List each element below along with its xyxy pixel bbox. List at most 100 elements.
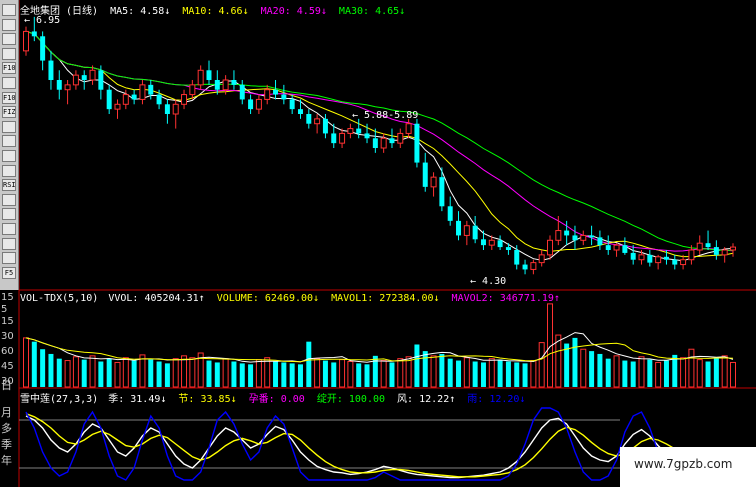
volume-bar-down <box>40 349 46 387</box>
candle-body-up <box>430 176 437 188</box>
high-value: 6.95 <box>36 15 61 26</box>
volume-bar-down <box>514 362 520 387</box>
candle-body-up <box>655 256 662 264</box>
volume-axis-label: 45 <box>1 361 14 372</box>
f10-icon[interactable]: F10 <box>2 91 16 104</box>
candle-body-up <box>530 262 537 270</box>
trend-icon[interactable] <box>2 164 16 177</box>
volume-bar-down <box>148 359 154 387</box>
candle-body-down <box>522 264 528 270</box>
drawing-toolbar: F10 F10 FIZ RSI F5 <box>0 0 19 290</box>
ma30-label: MA30: <box>338 6 370 17</box>
mid-annotation: ← 5.88-5.89 <box>352 110 419 121</box>
volume-bar-up <box>696 359 703 388</box>
volume-bar-down <box>156 361 162 387</box>
zhan-label: 绽开: <box>316 394 343 405</box>
volume-bar-down <box>331 362 337 387</box>
candle-body-down <box>156 94 162 105</box>
volume-bar-up <box>222 358 229 388</box>
candle-body-down <box>564 230 570 236</box>
feng-value: 12.22↑ <box>419 394 456 405</box>
volume-bar-up <box>580 348 587 388</box>
volume-bar-down <box>281 362 287 387</box>
volume-bar-down <box>31 341 37 387</box>
yu-label: 雨: <box>467 394 484 405</box>
volume-bar-down <box>98 361 104 387</box>
candle-body-down <box>514 250 520 265</box>
f10-icon[interactable]: F10 <box>2 62 16 75</box>
candle-body-up <box>181 94 188 105</box>
candle-body-down <box>289 99 295 110</box>
list-icon[interactable] <box>2 135 16 148</box>
volume-bar-up <box>380 360 387 388</box>
candle-body-down <box>472 225 478 240</box>
volume-bar-up <box>655 361 662 388</box>
volume-bar-up <box>139 354 146 388</box>
candle-body-up <box>139 84 146 100</box>
tab-day[interactable]: 日 <box>1 377 18 393</box>
arrows-icon[interactable] <box>2 208 16 221</box>
volume-bar-up <box>721 355 728 388</box>
volume-bar-up <box>530 360 537 388</box>
tab-month[interactable]: 月 <box>1 404 18 420</box>
volume-bar-down <box>447 358 453 387</box>
pen-icon[interactable] <box>2 252 16 265</box>
candle-body-down <box>439 177 445 207</box>
stock-chart-window: F10 F10 FIZ RSI F5 15 5 15 30 60 45 30 日 月 多… <box>0 0 756 487</box>
volume-bar-down <box>48 353 54 387</box>
candle-body-up <box>405 123 412 134</box>
calendar-icon[interactable] <box>2 120 16 133</box>
volume-bar-up <box>463 357 470 388</box>
volume-bar-down <box>713 357 719 387</box>
candle-body-down <box>81 75 87 80</box>
candle-body-up <box>696 242 703 251</box>
grid-icon[interactable] <box>2 33 16 46</box>
candle-body-down <box>672 259 678 265</box>
document-icon[interactable] <box>2 77 16 89</box>
tool-icon[interactable] <box>2 237 16 250</box>
jie-value: 33.85↓ <box>200 394 237 405</box>
mid-value: 5.88-5.89 <box>364 110 419 121</box>
volume-bar-up <box>72 356 79 388</box>
candle-body-down <box>331 133 337 144</box>
chart-icon[interactable] <box>2 47 16 60</box>
candle-body-up <box>222 79 229 91</box>
line-icon[interactable] <box>2 18 16 31</box>
volume-bar-down <box>564 343 570 387</box>
candle-body-up <box>172 103 179 115</box>
volume-bar-up <box>347 361 354 388</box>
cursor-icon[interactable] <box>2 4 16 16</box>
candle-body-down <box>589 235 595 238</box>
rsi-icon[interactable]: RSI <box>2 179 16 192</box>
candle-body-up <box>114 103 121 110</box>
volume-bar-up <box>114 361 121 388</box>
chart-canvas[interactable] <box>0 0 756 487</box>
volume-axis-label: 60 <box>1 346 14 357</box>
volume-bar-down <box>106 358 112 387</box>
candle-body-down <box>422 162 428 187</box>
fiz-icon[interactable]: FIZ <box>2 106 16 119</box>
candle-body-down <box>456 220 462 236</box>
volume-label: VOLUME: <box>216 293 259 304</box>
candle-body-down <box>713 247 719 255</box>
candle-body-down <box>497 240 503 248</box>
yun-label: 孕番: <box>248 394 275 405</box>
tab-quarter[interactable]: 季 <box>1 436 18 452</box>
tab-multi[interactable]: 多 <box>1 420 18 436</box>
candle-body-up <box>613 244 620 251</box>
candle-body-down <box>572 235 578 241</box>
candle-body-down <box>31 31 37 37</box>
candle-body-up <box>89 69 96 81</box>
volume-bar-up <box>680 357 687 388</box>
candle-body-up <box>347 128 354 134</box>
candle-body-down <box>306 114 312 124</box>
mavol1-label: MAVOL1: <box>331 293 374 304</box>
exit-icon[interactable] <box>2 223 16 235</box>
mavol1-line <box>25 332 734 363</box>
f5-icon[interactable]: F5 <box>2 266 16 279</box>
search-icon[interactable] <box>2 150 16 162</box>
tab-year[interactable]: 年 <box>1 452 18 468</box>
volume-indicator-name: VOL-TDX(5,10) <box>20 293 99 304</box>
move-icon[interactable] <box>2 193 16 206</box>
volume-bar-up <box>314 358 321 388</box>
